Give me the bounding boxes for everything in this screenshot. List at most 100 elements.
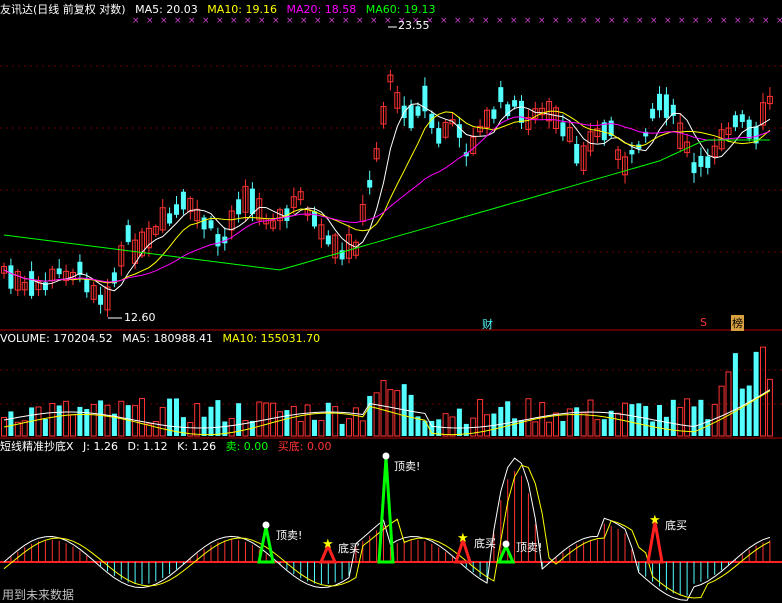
event-marker-icon: ×: [650, 16, 658, 26]
volume-bar: [587, 399, 594, 437]
event-marker-icon: ×: [510, 16, 518, 26]
volume-bar: [332, 406, 339, 437]
event-marker-icon: ×: [384, 16, 392, 26]
event-marker-icon: ×: [496, 16, 504, 26]
event-marker-icon: ×: [146, 16, 154, 26]
event-marker-icon: ×: [188, 16, 196, 26]
volume-bar: [373, 392, 380, 437]
price-panel-header: 友讯达(日线 前复权 对数) MA5: 20.03 MA10: 19.16 MA…: [0, 3, 441, 17]
event-marker-icon: ×: [342, 16, 350, 26]
event-marker-icon: ×: [132, 16, 140, 26]
event-marker-icon: ×: [622, 16, 630, 26]
volume-bar: [560, 421, 566, 436]
volume-bar: [346, 418, 352, 437]
volume-bar: [77, 406, 83, 436]
ma20-value: MA20: 18.58: [286, 3, 357, 16]
stock-chart-canvas[interactable]: × × × × × × × × × × × × × × × × × × × × × × × × × × × × × × × × × × × × × × × ×…: [0, 0, 782, 603]
volume-bar: [312, 419, 317, 436]
volume-bar: [56, 405, 62, 436]
signal-pillar: [377, 457, 395, 564]
candle-body: [670, 104, 676, 116]
volume-bar: [90, 403, 97, 437]
volume-bar: [256, 401, 263, 437]
volume-bar: [42, 418, 48, 436]
event-marker-icon: ×: [328, 16, 336, 26]
volume-bar: [484, 414, 490, 437]
buy-value: 买底: 0.00: [277, 440, 332, 453]
candle-body: [201, 217, 207, 230]
volume-panel-header: VOLUME: 170204.52 MA5: 180988.41 MA10: 1…: [0, 332, 326, 346]
volume-bar: [643, 405, 649, 436]
financial-marker[interactable]: 财: [482, 316, 493, 332]
event-marker-icon: ×: [272, 16, 280, 26]
volume-bar: [753, 351, 759, 436]
volume-ma5: MA5: 180988.41: [122, 332, 213, 345]
volume-bar: [304, 404, 311, 437]
sell-signal-icon: [502, 540, 510, 548]
volume-bar: [380, 380, 387, 437]
k-value: K: 1.26: [177, 440, 217, 453]
volume-bar: [270, 402, 277, 437]
sell-value: 卖: 0.00: [225, 440, 269, 453]
signal-buy-label: 底买: [665, 519, 687, 532]
signal-pillar: [646, 521, 664, 564]
candle-body: [705, 156, 711, 168]
event-marker-icon: ×: [314, 16, 322, 26]
volume-bar: [408, 394, 414, 436]
candle-body: [125, 225, 131, 243]
buy-star-icon: ★: [649, 513, 661, 528]
event-marker-icon: ×: [230, 16, 238, 26]
volume-bar: [711, 403, 718, 437]
volume-bar: [636, 403, 642, 436]
volume-bar: [650, 421, 656, 436]
event-marker-icon: ×: [762, 16, 770, 26]
volume-bar: [608, 410, 614, 436]
volume-bar: [49, 402, 56, 437]
candle-body: [174, 204, 179, 215]
candle-body: [215, 234, 221, 247]
volume-bar: [159, 406, 166, 437]
high-price-label: 23.55: [398, 19, 430, 32]
candle-body: [84, 278, 90, 293]
candle-body: [691, 162, 697, 174]
volume-bar: [215, 400, 221, 436]
volume-bar: [574, 407, 580, 436]
volume-bar: [732, 353, 738, 436]
signal-sell-label: 顶卖!: [394, 460, 421, 473]
future-data-note: 用到未来数据: [2, 588, 75, 602]
volume-bar: [318, 420, 325, 437]
s-marker[interactable]: S: [700, 316, 707, 329]
volume-bar: [104, 404, 111, 437]
volume-bar: [766, 378, 773, 437]
volume-bar: [546, 421, 553, 437]
volume-bar: [698, 399, 704, 436]
volume-bar: [277, 411, 283, 437]
volume-bar: [553, 412, 559, 437]
volume-ma10: MA10: 155031.70: [222, 332, 321, 345]
candle-body: [180, 191, 186, 210]
volume-bar: [228, 417, 235, 437]
candle-body: [698, 155, 704, 167]
volume-bar: [367, 395, 373, 436]
volume-bar: [339, 423, 345, 436]
event-marker-icon: ×: [356, 16, 364, 26]
candle-body: [505, 104, 511, 117]
candle-body: [436, 128, 442, 144]
volume-bar: [739, 388, 745, 436]
candle-body: [491, 109, 497, 119]
event-marker-icon: ×: [748, 16, 756, 26]
candle-body: [512, 100, 518, 107]
sell-signal-icon: [382, 452, 390, 460]
signal-buy-label: 底买: [338, 542, 360, 555]
candle-body: [629, 150, 635, 155]
ranking-marker[interactable]: 榜: [731, 315, 744, 331]
volume-bar: [201, 416, 207, 436]
candle-body: [56, 268, 62, 275]
candle-body: [663, 94, 669, 118]
event-marker-icon: ×: [552, 16, 560, 26]
volume-bar: [174, 398, 179, 436]
volume-bar: [539, 402, 546, 437]
volume-bar: [760, 346, 766, 437]
candle-body: [657, 93, 662, 111]
event-marker-icon: ×: [678, 16, 686, 26]
